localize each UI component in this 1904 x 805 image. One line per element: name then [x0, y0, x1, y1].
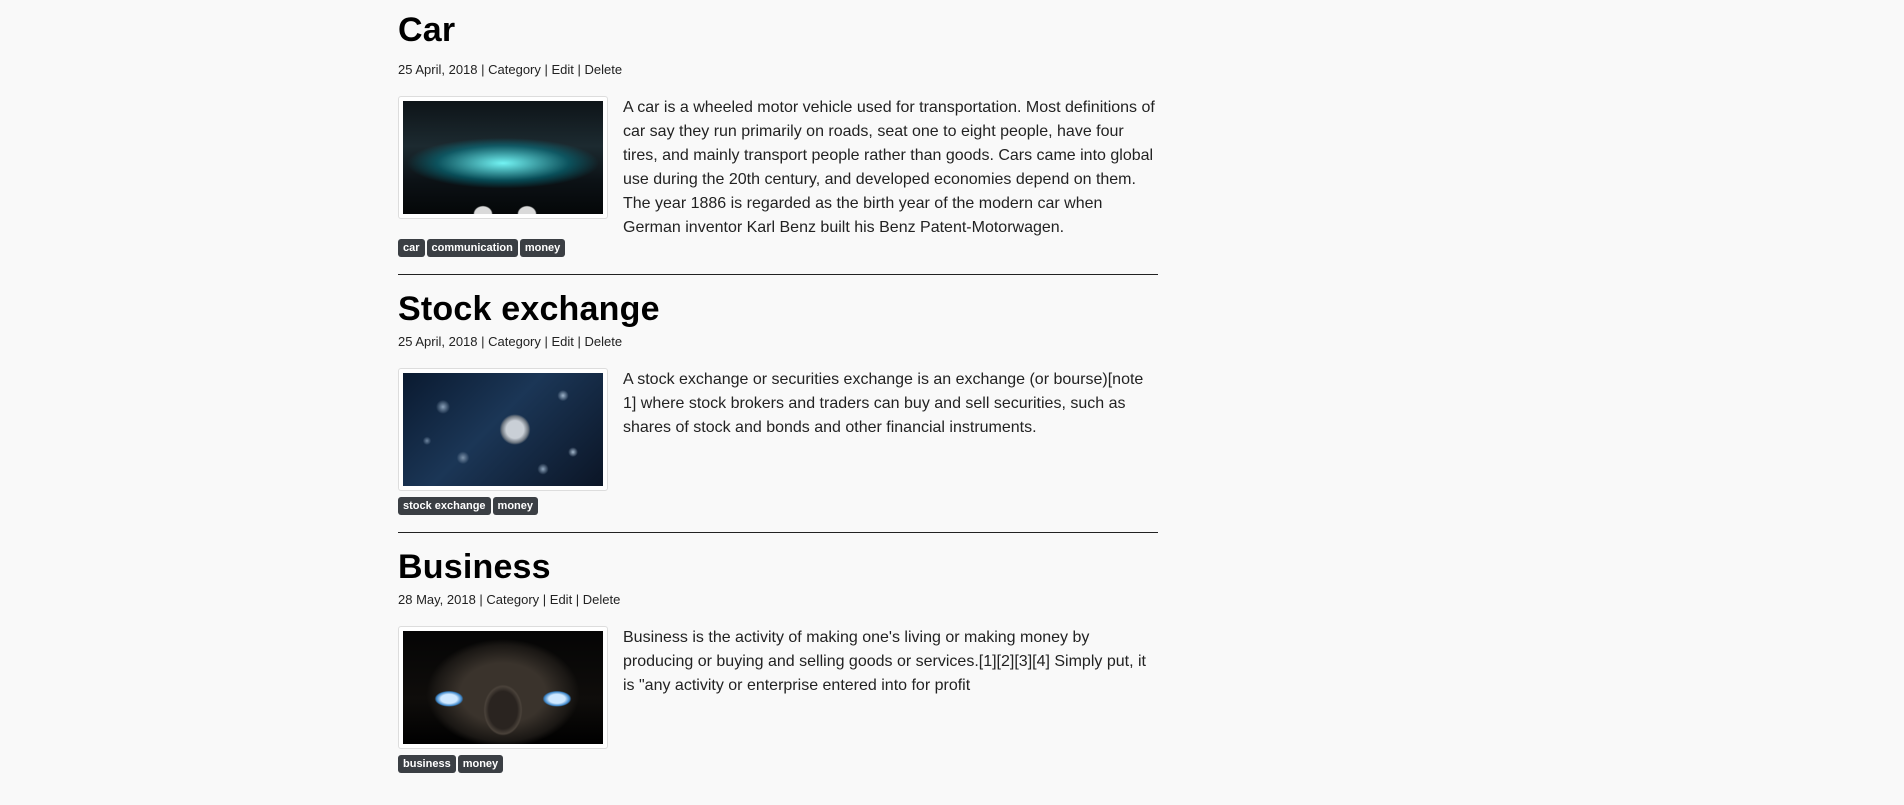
post-date: 25 April, 2018 — [398, 62, 478, 77]
delete-link[interactable]: Delete — [585, 334, 623, 349]
tag-list: business money — [398, 754, 1158, 773]
edit-link[interactable]: Edit — [550, 592, 572, 607]
meta-separator: | — [572, 592, 583, 607]
tag-badge[interactable]: business — [398, 755, 456, 773]
tag-badge[interactable]: money — [492, 497, 539, 515]
post-business: Business 28 May, 2018 | Category | Edit … — [398, 532, 1158, 805]
edit-link[interactable]: Edit — [551, 334, 573, 349]
post-stock-exchange: Stock exchange 25 April, 2018 | Category… — [398, 274, 1158, 532]
car-engine-image — [403, 101, 603, 214]
post-car: Car 25 April, 2018 | Category | Edit | D… — [398, 0, 1158, 274]
tag-list: stock exchange money — [398, 496, 1158, 515]
post-date: 25 April, 2018 — [398, 334, 478, 349]
post-meta: 25 April, 2018 | Category | Edit | Delet… — [398, 334, 1158, 350]
post-body: A stock exchange or securities exchange … — [398, 368, 1158, 491]
meta-separator: | — [573, 334, 585, 349]
post-body: Business is the activity of making one's… — [398, 626, 1158, 749]
meta-separator: | — [539, 592, 550, 607]
meta-separator: | — [573, 62, 585, 77]
delete-link[interactable]: Delete — [585, 62, 623, 77]
post-thumbnail[interactable] — [398, 626, 608, 749]
meta-separator: | — [540, 334, 552, 349]
tag-badge[interactable]: money — [457, 755, 504, 773]
tag-list: car communication money — [398, 238, 1158, 257]
category-link[interactable]: Category — [488, 62, 541, 77]
delete-link[interactable]: Delete — [583, 592, 621, 607]
tag-badge[interactable]: communication — [426, 239, 518, 257]
tag-badge[interactable]: stock exchange — [398, 497, 491, 515]
post-meta: 25 April, 2018 | Category | Edit | Delet… — [398, 62, 1158, 78]
post-meta: 28 May, 2018 | Category | Edit | Delete — [398, 592, 1158, 608]
sports-car-image — [403, 631, 603, 744]
post-body: A car is a wheeled motor vehicle used fo… — [398, 96, 1158, 240]
edit-link[interactable]: Edit — [551, 62, 573, 77]
meta-separator: | — [540, 62, 552, 77]
post-excerpt: A car is a wheeled motor vehicle used fo… — [623, 99, 1155, 236]
post-title[interactable]: Stock exchange — [398, 289, 1158, 329]
meta-separator: | — [475, 592, 487, 607]
tag-badge[interactable]: money — [519, 239, 566, 257]
post-list: Car 25 April, 2018 | Category | Edit | D… — [398, 0, 1158, 805]
post-thumbnail[interactable] — [398, 96, 608, 219]
post-thumbnail[interactable] — [398, 368, 608, 491]
post-date: 28 May, 2018 — [398, 592, 476, 607]
meta-separator: | — [477, 62, 489, 77]
post-title[interactable]: Business — [398, 547, 1158, 587]
tag-badge[interactable]: car — [398, 239, 425, 257]
post-excerpt: A stock exchange or securities exchange … — [623, 371, 1144, 436]
post-title[interactable]: Car — [398, 10, 1158, 50]
post-excerpt: Business is the activity of making one's… — [623, 629, 1146, 694]
category-link[interactable]: Category — [488, 334, 541, 349]
watch-parts-image — [403, 373, 603, 486]
category-link[interactable]: Category — [486, 592, 539, 607]
meta-separator: | — [477, 334, 489, 349]
